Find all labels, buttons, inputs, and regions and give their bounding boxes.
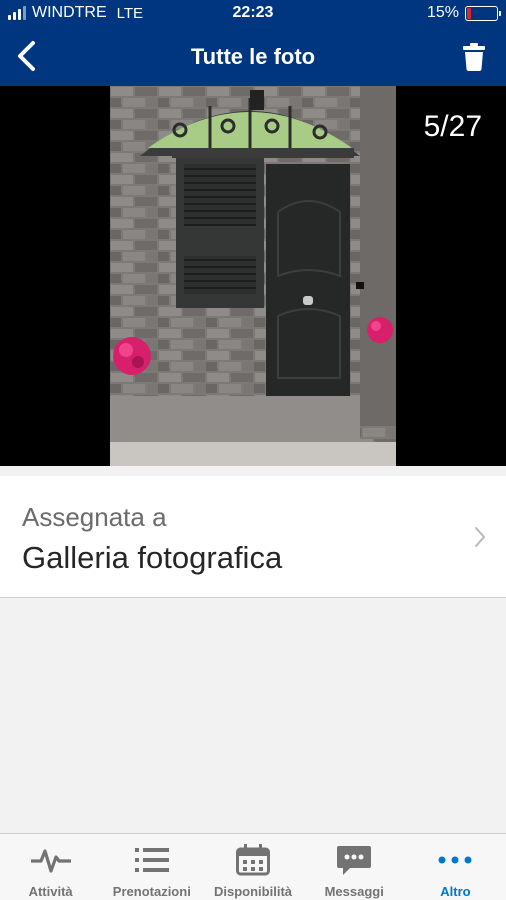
nav-bar: Tutte le foto: [0, 28, 506, 86]
tab-label-messaggi: Messaggi: [324, 884, 384, 899]
message-icon: [334, 844, 374, 876]
photo-viewer[interactable]: 5/27: [0, 86, 506, 466]
battery-icon: [465, 5, 501, 21]
door-photo-image: [110, 86, 396, 466]
tab-altro[interactable]: Altro: [405, 834, 506, 900]
status-bar: WINDTRE LTE 22:23 15%: [0, 0, 506, 28]
tab-bar: Attività Prenotazioni Disponibilità Mess…: [0, 833, 506, 900]
tab-disponibilita[interactable]: Disponibilità: [202, 834, 303, 900]
property-photo[interactable]: [110, 86, 396, 466]
calendar-icon: [233, 844, 273, 876]
battery-percent: 15%: [426, 4, 459, 21]
assignment-value: Galleria fotografica: [22, 540, 283, 575]
photo-counter: 5/27: [423, 110, 482, 143]
status-right: 15%: [426, 4, 501, 22]
assignment-label: Assegnata a: [22, 502, 167, 532]
assignment-row[interactable]: Assegnata a Galleria fotografica: [0, 476, 506, 598]
trash-icon: [463, 43, 485, 71]
chevron-right-icon: [475, 527, 485, 547]
tab-messaggi[interactable]: Messaggi: [304, 834, 405, 900]
delete-photo-button[interactable]: [456, 38, 492, 76]
tab-prenotazioni[interactable]: Prenotazioni: [101, 834, 202, 900]
page-title: Tutte le foto: [190, 44, 316, 69]
tab-label-attivita: Attività: [28, 884, 73, 899]
battery-fill: [467, 7, 472, 19]
activity-icon: [30, 844, 71, 876]
more-icon: [435, 844, 475, 876]
tab-label-disponibilita: Disponibilità: [214, 884, 292, 899]
tab-attivita[interactable]: Attività: [0, 834, 101, 900]
tab-label-altro: Altro: [440, 884, 471, 899]
list-icon: [132, 844, 172, 876]
tab-label-prenotazioni: Prenotazioni: [112, 884, 191, 899]
